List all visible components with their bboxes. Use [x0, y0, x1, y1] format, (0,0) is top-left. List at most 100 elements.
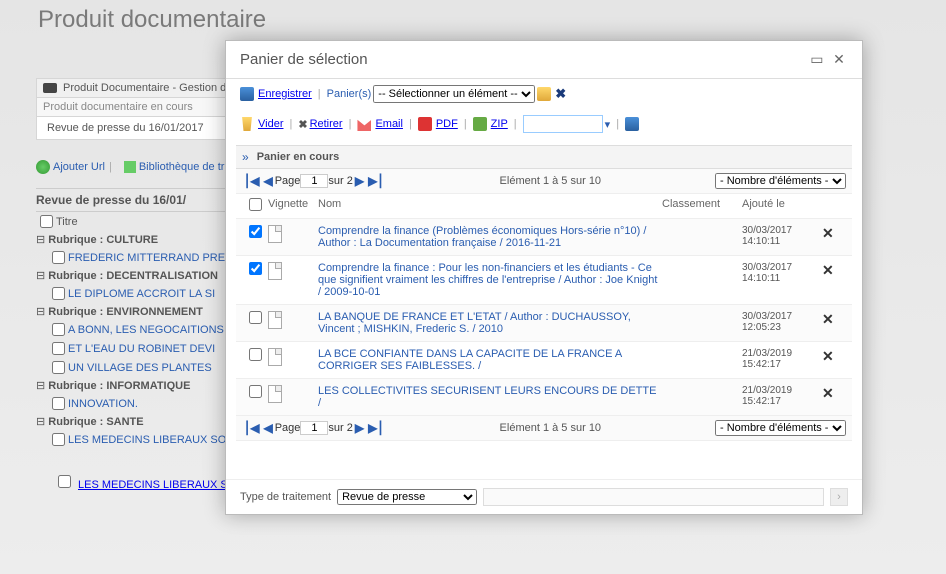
grid-row: Comprendre la finance : Pour les non-fin… — [236, 256, 852, 305]
treatment-go-button[interactable]: › — [830, 488, 848, 506]
page-input[interactable] — [300, 174, 328, 188]
document-icon — [268, 262, 282, 280]
row-date: 21/03/201915:42:17 — [742, 348, 822, 370]
grid-select-all[interactable] — [249, 198, 262, 211]
row-delete-icon[interactable]: ✕ — [822, 385, 846, 402]
close-icon[interactable]: ✕ — [830, 51, 848, 68]
row-checkbox[interactable] — [249, 225, 262, 238]
save-link[interactable]: Enregistrer — [258, 88, 312, 100]
last-page-icon-b[interactable]: ▶⎮ — [368, 421, 383, 435]
document-icon — [268, 311, 282, 329]
pager-bottom: ⎮◀ ◀ Page sur 2 ▶ ▶⎮ Elément 1 à 5 sur 1… — [236, 416, 852, 441]
row-title-link[interactable]: Comprendre la finance (Problèmes économi… — [318, 225, 646, 249]
first-page-icon-b[interactable]: ⎮◀ — [244, 421, 259, 435]
modal-footer: Type de traitement Revue de presse › — [226, 479, 862, 514]
row-checkbox[interactable] — [249, 348, 262, 361]
row-checkbox[interactable] — [249, 385, 262, 398]
zip-icon[interactable] — [473, 117, 487, 131]
open-folder-icon[interactable] — [537, 87, 551, 101]
row-delete-icon[interactable]: ✕ — [822, 348, 846, 365]
document-icon — [268, 348, 282, 366]
pdf-icon[interactable] — [418, 117, 432, 131]
filter-input[interactable] — [523, 115, 603, 133]
filter-dropdown-icon[interactable]: ▾ — [605, 118, 611, 131]
select-all-checkbox[interactable] — [40, 215, 53, 228]
empty-link[interactable]: Vider — [258, 118, 283, 130]
remove-icon[interactable]: ✖ — [298, 118, 307, 131]
paniers-label: Panier(s) — [327, 88, 372, 100]
row-checkbox[interactable] — [249, 262, 262, 275]
tree-item-link[interactable]: UN VILLAGE DES PLANTES — [68, 362, 212, 374]
row-checkbox[interactable] — [58, 475, 71, 488]
document-icon — [268, 225, 282, 243]
library-icon[interactable] — [124, 161, 136, 173]
row-date: 21/03/201915:42:17 — [742, 385, 822, 407]
empty-icon[interactable] — [240, 117, 254, 131]
treatment-label: Type de traitement — [240, 491, 331, 503]
clear-selection-icon[interactable]: ✖ — [555, 86, 566, 102]
pager-top: ⎮◀ ◀ Page sur 2 ▶ ▶⎮ Elément 1 à 5 sur 1… — [236, 169, 852, 194]
row-title-link[interactable]: LES COLLECTIVITES SECURISENT LEURS ENCOU… — [318, 385, 656, 409]
row-checkbox[interactable] — [249, 311, 262, 324]
current-product: Revue de presse du 16/01/2017 — [36, 117, 236, 140]
modal-toolbar-1: Enregistrer | Panier(s) -- Sélectionner … — [226, 79, 862, 109]
maximize-icon[interactable]: ▭ — [808, 51, 826, 68]
page-total-b: sur 2 — [328, 422, 352, 434]
add-url-link[interactable]: Ajouter Url — [53, 161, 105, 173]
pdf-link[interactable]: PDF — [436, 118, 458, 130]
tree-item-link[interactable]: ET L'EAU DU ROBINET DEVI — [68, 343, 215, 355]
row-date: 30/03/201714:10:11 — [742, 262, 822, 284]
last-page-icon[interactable]: ▶⎮ — [368, 174, 383, 188]
treatment-input[interactable] — [483, 488, 824, 506]
email-link[interactable]: Email — [375, 118, 403, 130]
row-delete-icon[interactable]: ✕ — [822, 262, 846, 279]
tree-item-link[interactable]: INNOVATION. — [68, 398, 138, 410]
email-icon[interactable] — [357, 117, 371, 131]
tree-item-checkbox[interactable] — [52, 361, 65, 374]
treatment-select[interactable]: Revue de presse — [337, 489, 477, 505]
row-title-link[interactable]: LA BANQUE DE FRANCE ET L'ETAT / Author :… — [318, 311, 631, 335]
grid-row: LA BCE CONFIANTE DANS LA CAPACITE DE LA … — [236, 342, 852, 379]
zip-link[interactable]: ZIP — [491, 118, 508, 130]
panel-header-text: Produit Documentaire - Gestion des — [63, 82, 238, 94]
tree-item-link[interactable]: LE DIPLOME ACCROIT LA SI — [68, 288, 215, 300]
selection-basket-modal: Panier de sélection ▭ ✕ Enregistrer | Pa… — [225, 40, 863, 515]
collapse-icon[interactable]: » — [242, 150, 249, 164]
row-title-link[interactable]: LA BCE CONFIANTE DANS LA CAPACITE DE LA … — [318, 348, 622, 372]
prev-page-icon[interactable]: ◀ — [263, 174, 272, 188]
tree-item-checkbox[interactable] — [52, 323, 65, 336]
perpage-select[interactable]: - Nombre d'éléments - — [715, 173, 846, 189]
col-ajoute: Ajouté le — [742, 198, 822, 214]
grid-row: LES COLLECTIVITES SECURISENT LEURS ENCOU… — [236, 379, 852, 416]
page-input-b[interactable] — [300, 421, 328, 435]
perpage-select-b[interactable]: - Nombre d'éléments - — [715, 420, 846, 436]
tree-item-checkbox[interactable] — [52, 342, 65, 355]
remove-link[interactable]: Retirer — [310, 118, 343, 130]
row-title-link[interactable]: Comprendre la finance : Pour les non-fin… — [318, 262, 657, 298]
save-icon[interactable] — [240, 87, 254, 101]
range-label: Elément 1 à 5 sur 10 — [386, 175, 715, 187]
column-titre: Titre — [56, 216, 78, 228]
tree-item-checkbox[interactable] — [52, 287, 65, 300]
tree-item-link[interactable]: FREDERIC MITTERRAND PRE — [68, 252, 225, 264]
row-delete-icon[interactable]: ✕ — [822, 225, 846, 242]
row-date: 30/03/201712:05:23 — [742, 311, 822, 333]
next-page-icon[interactable]: ▶ — [355, 174, 364, 188]
first-page-icon[interactable]: ⎮◀ — [244, 174, 259, 188]
next-page-icon-b[interactable]: ▶ — [355, 421, 364, 435]
paniers-select[interactable]: -- Sélectionner un élément -- — [373, 85, 535, 103]
tree-item-checkbox[interactable] — [52, 397, 65, 410]
col-classement: Classement — [662, 198, 742, 214]
col-vignette: Vignette — [268, 198, 318, 214]
prev-page-icon-b[interactable]: ◀ — [263, 421, 272, 435]
row-date: 30/03/201714:10:11 — [742, 225, 822, 247]
tree-item-checkbox[interactable] — [52, 251, 65, 264]
page-label-b: Page — [275, 422, 301, 434]
tree-item-checkbox[interactable] — [52, 433, 65, 446]
disk-icon[interactable] — [625, 117, 639, 131]
separator: | — [109, 161, 112, 173]
row-delete-icon[interactable]: ✕ — [822, 311, 846, 328]
add-url-icon[interactable] — [36, 160, 50, 174]
grid-columns: Vignette Nom Classement Ajouté le — [236, 194, 852, 219]
grid-row: Comprendre la finance (Problèmes économi… — [236, 219, 852, 256]
